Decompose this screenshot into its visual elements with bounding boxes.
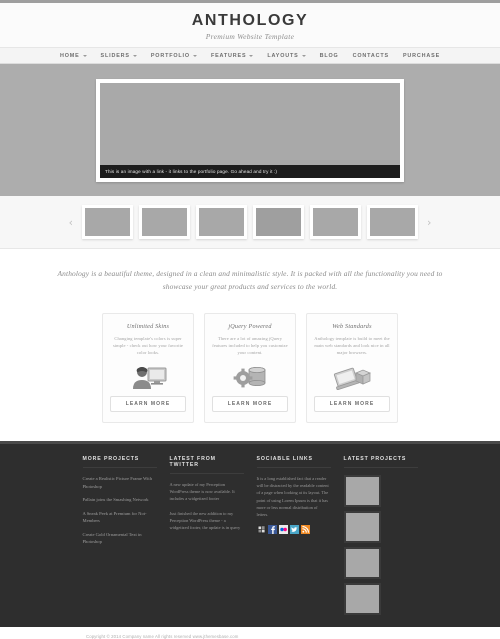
thumbnail-image [313,208,358,236]
site-header: ANTHOLOGY Premium Website Template [0,3,500,47]
project-thumbnail[interactable] [343,547,381,579]
nav-item-label: CONTACTS [352,52,389,59]
learn-more-button[interactable]: LEARN MORE [212,396,288,412]
carousel-prev-button[interactable]: ‹ [66,217,76,228]
tweet-item: A new update of my Perception WordPress … [169,482,235,502]
thumbnail-image [142,208,187,236]
learn-more-button[interactable]: LEARN MORE [314,396,390,412]
carousel-thumbnail[interactable] [196,205,247,239]
tweet-item: Just finished the new addition to my Per… [169,510,241,531]
learn-more-button[interactable]: LEARN MORE [110,396,186,412]
hero-slide-caption: This is an image with a link - it links … [100,165,400,178]
thumbnail-image [370,208,415,236]
nav-item-blog[interactable]: BLOG [313,53,346,59]
feature-boxes: Unlimited Skins Changing template's colo… [0,309,500,441]
chevron-down-icon [249,54,254,57]
nav-item-label: PURCHASE [402,52,441,59]
feature-box-web-standards: Web Standards Anthology template is buil… [306,313,398,423]
facebook-icon[interactable] [267,525,277,535]
copyright-bar: Copyright © 2014 Company name All rights… [0,627,500,639]
main-navigation: HOME SLIDERS PORTFOLIO FEATURES LAYOUTS … [0,48,500,63]
nav-item-sliders[interactable]: SLIDERS [94,53,144,59]
footer-columns: MORE PROJECTS Create a Realistic Picture… [0,456,500,615]
feature-title: Unlimited Skins [126,323,170,330]
windows-icon[interactable] [256,525,266,535]
social-icon-list [256,525,331,535]
footer-column-sociable-links: SOCIABLE LINKS It is a long established … [256,456,331,615]
site-footer: MORE PROJECTS Create a Realistic Picture… [0,441,500,627]
nav-item-label: HOME [59,52,80,59]
thumbnail-image [256,208,301,236]
carousel-thumbnail[interactable] [310,205,361,239]
nav-item-label: FEATURES [210,52,247,59]
chevron-down-icon [132,54,137,57]
carousel-thumbnail-active[interactable] [253,205,304,239]
carousel-thumbnail[interactable] [82,205,133,239]
feature-box-jquery-powered: jQuery Powered There are a lot of amazin… [204,313,296,423]
footer-column-latest-projects: LATEST PROJECTS [343,456,418,615]
footer-column-title: LATEST FROM TWITTER [169,456,244,474]
footer-column-title: MORE PROJECTS [82,456,157,468]
footer-link[interactable]: Pallain joins the Smashing Network [83,496,157,504]
project-thumbnail[interactable] [343,475,381,507]
carousel-thumbnail[interactable] [139,205,190,239]
nav-item-label: BLOG [319,52,339,59]
nav-item-purchase[interactable]: PURCHASE [396,53,447,59]
nav-item-features[interactable]: FEATURES [204,53,260,59]
nav-item-portfolio[interactable]: PORTFOLIO [144,53,204,59]
feature-description: Changing template's colors is super simp… [112,336,184,355]
main-navigation-bar: HOME SLIDERS PORTFOLIO FEATURES LAYOUTS … [0,47,500,64]
thumbnail-carousel: ‹ › [0,205,500,239]
footer-link[interactable]: A Sneak Peek at Premium for Not-Members [83,510,157,525]
nav-item-contacts[interactable]: CONTACTS [346,53,396,59]
hero-slider[interactable]: This is an image with a link - it links … [96,79,404,182]
project-thumbnail[interactable] [343,511,381,543]
nav-item-label: SLIDERS [100,52,130,59]
flickr-icon[interactable] [278,525,288,535]
nav-item-layouts[interactable]: LAYOUTS [260,53,312,59]
nav-item-label: LAYOUTS [267,52,299,59]
footer-column-more-projects: MORE PROJECTS Create a Realistic Picture… [82,456,157,615]
thumbnail-image [85,208,130,236]
thumbnail-carousel-band: ‹ › [0,196,500,249]
carousel-thumbnail[interactable] [367,205,418,239]
feature-description: There are a lot of amazing jQuery featur… [212,336,288,355]
copyright-text: Copyright © 2014 Company name All rights… [86,634,239,639]
thumbnail-image [199,208,244,236]
chevron-down-icon [301,54,306,57]
feature-description: Anthology template is build to meet the … [314,336,390,355]
feature-box-unlimited-skins: Unlimited Skins Changing template's colo… [102,313,194,423]
nav-item-label: PORTFOLIO [150,52,190,59]
rss-icon[interactable] [300,525,310,535]
footer-link[interactable]: Create a Realistic Picture Frame With Ph… [83,475,157,490]
chevron-down-icon [82,54,87,57]
sociable-description: It is a long established fact that a rea… [256,476,329,518]
site-logo[interactable]: ANTHOLOGY [0,12,500,30]
site-tagline: Premium Website Template [205,32,295,41]
project-thumbnail-grid [343,475,418,615]
footer-column-twitter: LATEST FROM TWITTER A new update of my P… [169,456,244,615]
project-thumbnail[interactable] [343,583,381,615]
laptop-box-icon [314,360,390,394]
footer-column-title: LATEST PROJECTS [343,456,418,468]
carousel-next-button[interactable]: › [424,217,434,228]
page-root: ANTHOLOGY Premium Website Template HOME … [0,0,500,639]
footer-column-title: SOCIABLE LINKS [256,456,331,468]
user-monitor-icon [110,360,186,394]
feature-title: jQuery Powered [228,323,272,330]
twitter-icon[interactable] [289,525,299,535]
nav-item-home[interactable]: HOME [53,53,94,59]
chevron-down-icon [192,54,197,57]
gear-database-icon [212,360,288,394]
hero-slide-image[interactable] [100,83,400,165]
feature-title: Web Standards [332,323,372,330]
footer-link[interactable]: Create Gold Ornamental Text in Photoshop [83,531,157,546]
intro-text: Anthology is a beautiful theme, designed… [57,269,443,291]
hero-slider-band: This is an image with a link - it links … [0,64,500,196]
